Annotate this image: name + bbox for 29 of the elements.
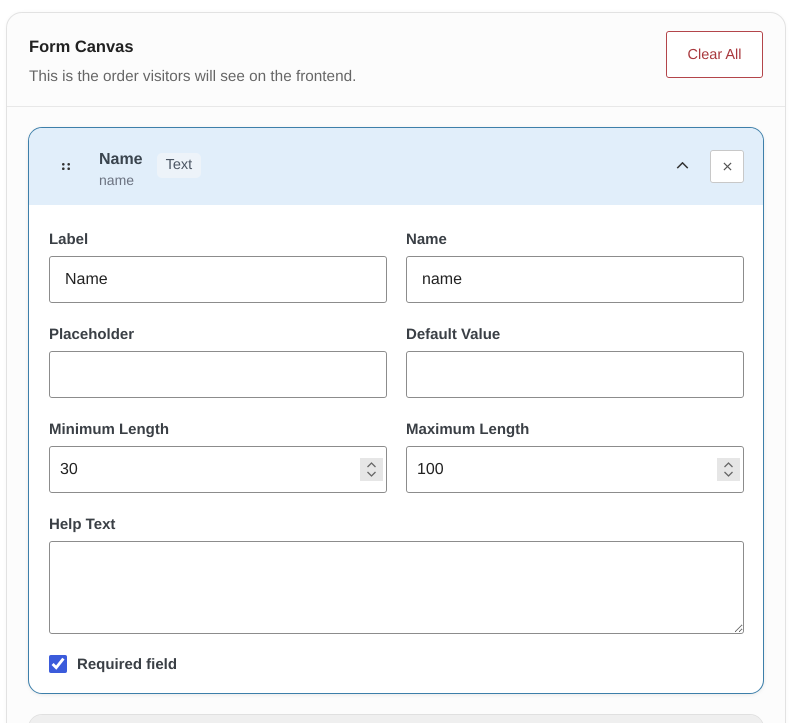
- setting-label: Minimum Length: [49, 421, 170, 439]
- panel-subtitle: This is the order visitors will see on the frontend.: [29, 68, 356, 86]
- spinner-icon[interactable]: [717, 458, 740, 481]
- field-title: Name: [99, 150, 143, 168]
- setting-label: Name: [406, 231, 448, 249]
- setting-label: Help Text: [49, 516, 116, 534]
- spinner-icon[interactable]: [360, 458, 383, 481]
- number-input-field[interactable]: 100: [406, 446, 744, 493]
- chevron-up-icon[interactable]: [676, 162, 689, 169]
- setting-label: Default Value: [406, 326, 502, 344]
- close-icon: [722, 162, 732, 171]
- input-field[interactable]: [406, 351, 744, 398]
- number-input-field[interactable]: 30: [49, 446, 387, 493]
- remove-field-button[interactable]: [710, 150, 744, 183]
- checkbox[interactable]: [49, 655, 67, 673]
- setting-label: Placeholder: [49, 326, 136, 344]
- setting-label: Label: [49, 231, 90, 249]
- checkbox-label: Required field: [77, 656, 178, 672]
- field-key: name: [99, 170, 143, 188]
- drag-handle-icon[interactable]: [62, 163, 70, 170]
- input-field[interactable]: name: [406, 256, 744, 303]
- input-field[interactable]: [49, 351, 387, 398]
- panel-title: Form Canvas: [29, 37, 135, 57]
- field-type-badge: Text: [156, 153, 202, 178]
- input-field[interactable]: Name: [49, 256, 387, 303]
- field-card-header[interactable]: Name name Text: [29, 128, 763, 205]
- setting-label: Maximum Length: [406, 421, 530, 439]
- clear-all-button[interactable]: Clear All: [666, 31, 763, 78]
- help-text-field[interactable]: [49, 541, 744, 634]
